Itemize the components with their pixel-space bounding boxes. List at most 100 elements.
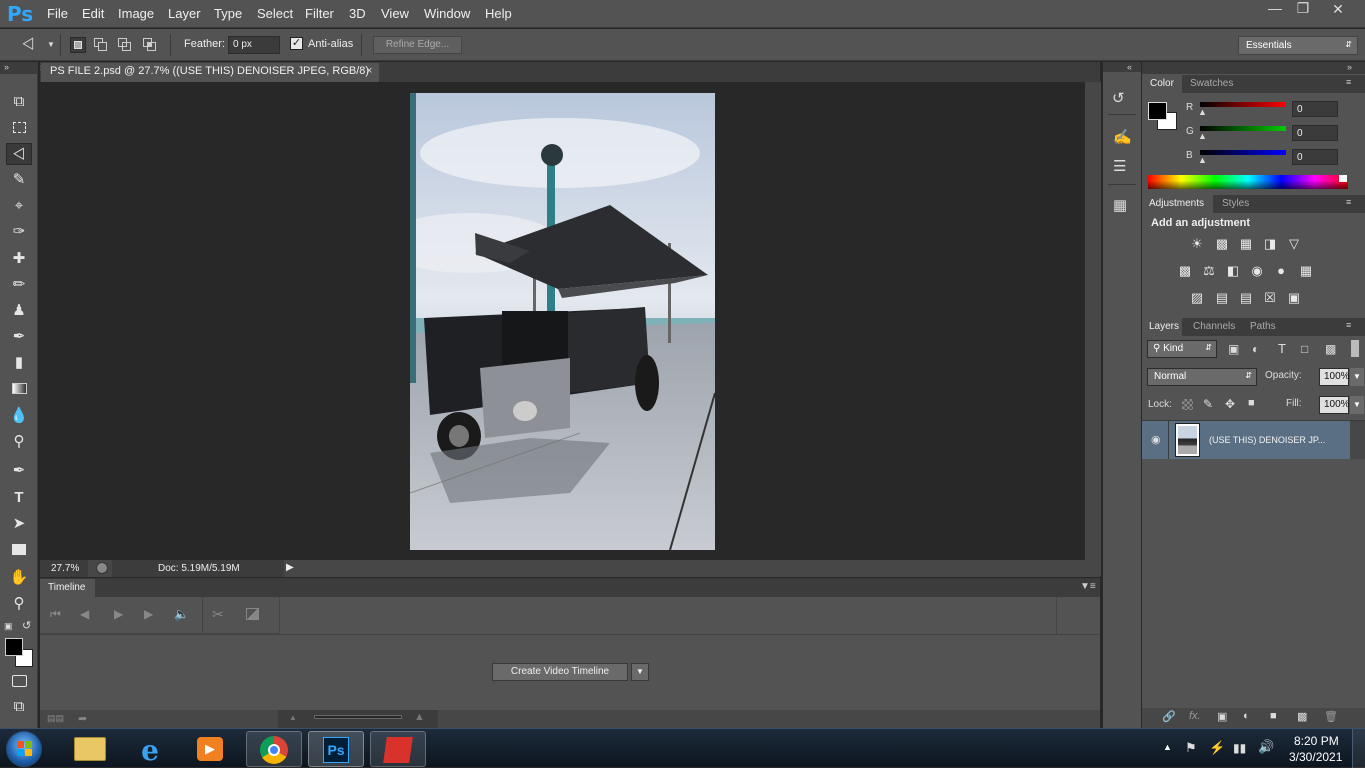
swap-colors-icon[interactable]: ↺ xyxy=(22,619,31,632)
spectrum-white-chip[interactable] xyxy=(1339,175,1347,182)
green-slider-handle-icon[interactable]: ▲ xyxy=(1198,131,1207,141)
render-video-icon[interactable]: ➦ xyxy=(78,712,87,725)
link-layers-icon[interactable]: 🔗 xyxy=(1162,710,1176,723)
exposure-icon[interactable]: ◨ xyxy=(1261,236,1279,252)
lock-image-icon[interactable]: ✎ xyxy=(1203,397,1213,411)
new-group-folder-icon[interactable]: ■ xyxy=(1270,710,1277,722)
tab-swatches[interactable]: Swatches xyxy=(1190,78,1233,89)
photo-filter-icon[interactable]: ◉ xyxy=(1248,263,1266,279)
feather-input[interactable]: 0 px xyxy=(228,36,280,54)
panel-menu-icon[interactable]: ≡ xyxy=(1346,77,1351,87)
tab-styles[interactable]: Styles xyxy=(1222,198,1249,209)
status-share-icon[interactable] xyxy=(96,562,108,574)
internet-explorer-taskbar-icon[interactable]: e xyxy=(122,731,178,767)
zoom-level[interactable]: 27.7% xyxy=(51,563,79,574)
filter-adjustment-icon[interactable]: ◐ xyxy=(1252,342,1259,356)
menu-select[interactable]: Select xyxy=(257,6,293,21)
blend-mode-select[interactable]: Normal ⇵ xyxy=(1147,368,1257,386)
clone-stamp-tool-icon[interactable]: ♟ xyxy=(6,300,32,322)
channel-mixer-icon[interactable]: ● xyxy=(1272,263,1290,279)
default-colors-icon[interactable]: ▣ xyxy=(4,621,13,632)
tab-paths[interactable]: Paths xyxy=(1250,321,1276,332)
history-icon[interactable]: ↺ xyxy=(1112,89,1125,107)
crop-tool-icon[interactable]: ⌖ xyxy=(6,195,32,217)
opacity-dropdown-icon[interactable]: ▼ xyxy=(1350,368,1364,386)
lock-position-icon[interactable]: ✥ xyxy=(1225,397,1235,411)
visibility-eye-icon[interactable]: ◉ xyxy=(1151,433,1161,446)
lasso-tool-icon[interactable]: ⨞ xyxy=(6,143,32,165)
gradient-map-icon[interactable]: ▣ xyxy=(1285,290,1303,306)
foreground-color-swatch[interactable] xyxy=(1148,102,1167,120)
new-selection-icon[interactable] xyxy=(70,37,86,53)
filter-pixel-icon[interactable]: ▣ xyxy=(1228,342,1239,356)
properties-icon[interactable]: ☰ xyxy=(1113,157,1126,175)
blur-tool-icon[interactable]: 💧 xyxy=(6,405,32,427)
move-tool-icon[interactable]: ⧉ xyxy=(6,91,32,113)
show-desktop-button[interactable] xyxy=(1352,729,1365,768)
close-window-button[interactable]: ✕ xyxy=(1323,1,1353,21)
opacity-input[interactable]: 100% xyxy=(1319,368,1350,386)
add-to-selection-icon[interactable] xyxy=(94,38,108,52)
subtract-from-selection-icon[interactable] xyxy=(118,38,132,52)
collapse-icon[interactable]: « xyxy=(1103,62,1141,72)
panel-menu-icon[interactable]: ≡ xyxy=(1346,197,1351,207)
layer-name[interactable]: (USE THIS) DENOISER JP... xyxy=(1209,435,1325,445)
brush-tool-icon[interactable]: ✏ xyxy=(6,274,32,296)
color-spectrum-bar[interactable] xyxy=(1148,175,1348,189)
quick-mask-icon[interactable] xyxy=(6,670,32,692)
green-value-input[interactable]: 0 xyxy=(1292,125,1338,141)
intersect-selection-icon[interactable] xyxy=(143,38,157,52)
network-signal-icon[interactable]: ▮▮ xyxy=(1233,741,1246,755)
filter-type-icon[interactable]: T xyxy=(1278,341,1286,356)
close-tab-icon[interactable]: × xyxy=(366,65,372,77)
layer-style-fx-icon[interactable]: fx. xyxy=(1189,710,1201,722)
next-frame-icon[interactable]: ▶ xyxy=(144,607,153,621)
audio-icon[interactable]: 🔈 xyxy=(174,607,189,621)
zoom-out-icon[interactable]: ▲ xyxy=(289,713,297,722)
layers-scrollbar[interactable] xyxy=(1350,421,1365,459)
document-image[interactable] xyxy=(410,93,715,550)
hand-tool-icon[interactable]: ✋ xyxy=(6,567,32,589)
tab-layers[interactable]: Layers xyxy=(1142,318,1182,336)
file-explorer-taskbar-icon[interactable] xyxy=(62,731,118,767)
polygonal-lasso-tool-icon[interactable]: ⨞ xyxy=(22,36,34,53)
media-player-taskbar-icon[interactable]: ▶ xyxy=(182,731,238,767)
color-balance-icon[interactable]: ⚖ xyxy=(1200,263,1218,279)
layer-thumbnail[interactable] xyxy=(1175,423,1200,457)
menu-file[interactable]: File xyxy=(47,6,68,21)
menu-3d[interactable]: 3D xyxy=(349,6,366,21)
chrome-taskbar-icon[interactable] xyxy=(246,731,302,767)
collapse-icon[interactable]: » xyxy=(1142,62,1365,74)
curves-icon[interactable]: ▦ xyxy=(1237,236,1255,252)
color-lookup-icon[interactable]: ▦ xyxy=(1297,263,1315,279)
filter-toggle[interactable] xyxy=(1351,340,1359,357)
frame-mode-icon[interactable]: ▤▤ xyxy=(47,713,64,724)
menu-view[interactable]: View xyxy=(381,6,409,21)
history-brush-tool-icon[interactable]: ✒ xyxy=(6,326,32,348)
minimize-button[interactable]: — xyxy=(1260,0,1290,20)
rectangle-tool-icon[interactable] xyxy=(6,539,32,561)
new-adjustment-layer-icon[interactable]: ◐ xyxy=(1243,710,1250,722)
blue-slider[interactable] xyxy=(1200,150,1286,155)
transition-icon[interactable] xyxy=(246,608,259,620)
trash-icon[interactable]: 🗑 xyxy=(1324,710,1338,723)
menu-edit[interactable]: Edit xyxy=(82,6,104,21)
photoshop-taskbar-icon[interactable]: Ps xyxy=(308,731,364,767)
fill-input[interactable]: 100% xyxy=(1319,396,1350,414)
filter-shape-icon[interactable]: □ xyxy=(1301,342,1308,356)
lock-transparency-icon[interactable] xyxy=(1182,399,1193,410)
lock-all-icon[interactable]: ■ xyxy=(1248,397,1255,409)
menu-window[interactable]: Window xyxy=(424,6,470,21)
clock-time[interactable]: 8:20 PM xyxy=(1294,734,1339,748)
panel-menu-icon[interactable]: ≡ xyxy=(1346,320,1351,330)
blue-value-input[interactable]: 0 xyxy=(1292,149,1338,165)
menu-image[interactable]: Image xyxy=(118,6,154,21)
start-button[interactable] xyxy=(6,731,42,767)
menu-layer[interactable]: Layer xyxy=(168,6,201,21)
canvas-area[interactable] xyxy=(40,82,1085,558)
gradient-tool-icon[interactable] xyxy=(6,378,32,400)
fill-dropdown-icon[interactable]: ▼ xyxy=(1350,396,1364,414)
create-video-timeline-button[interactable]: Create Video Timeline xyxy=(492,663,628,681)
red-slider[interactable] xyxy=(1200,102,1286,107)
zoom-tool-icon[interactable]: ⚲ xyxy=(6,593,32,615)
